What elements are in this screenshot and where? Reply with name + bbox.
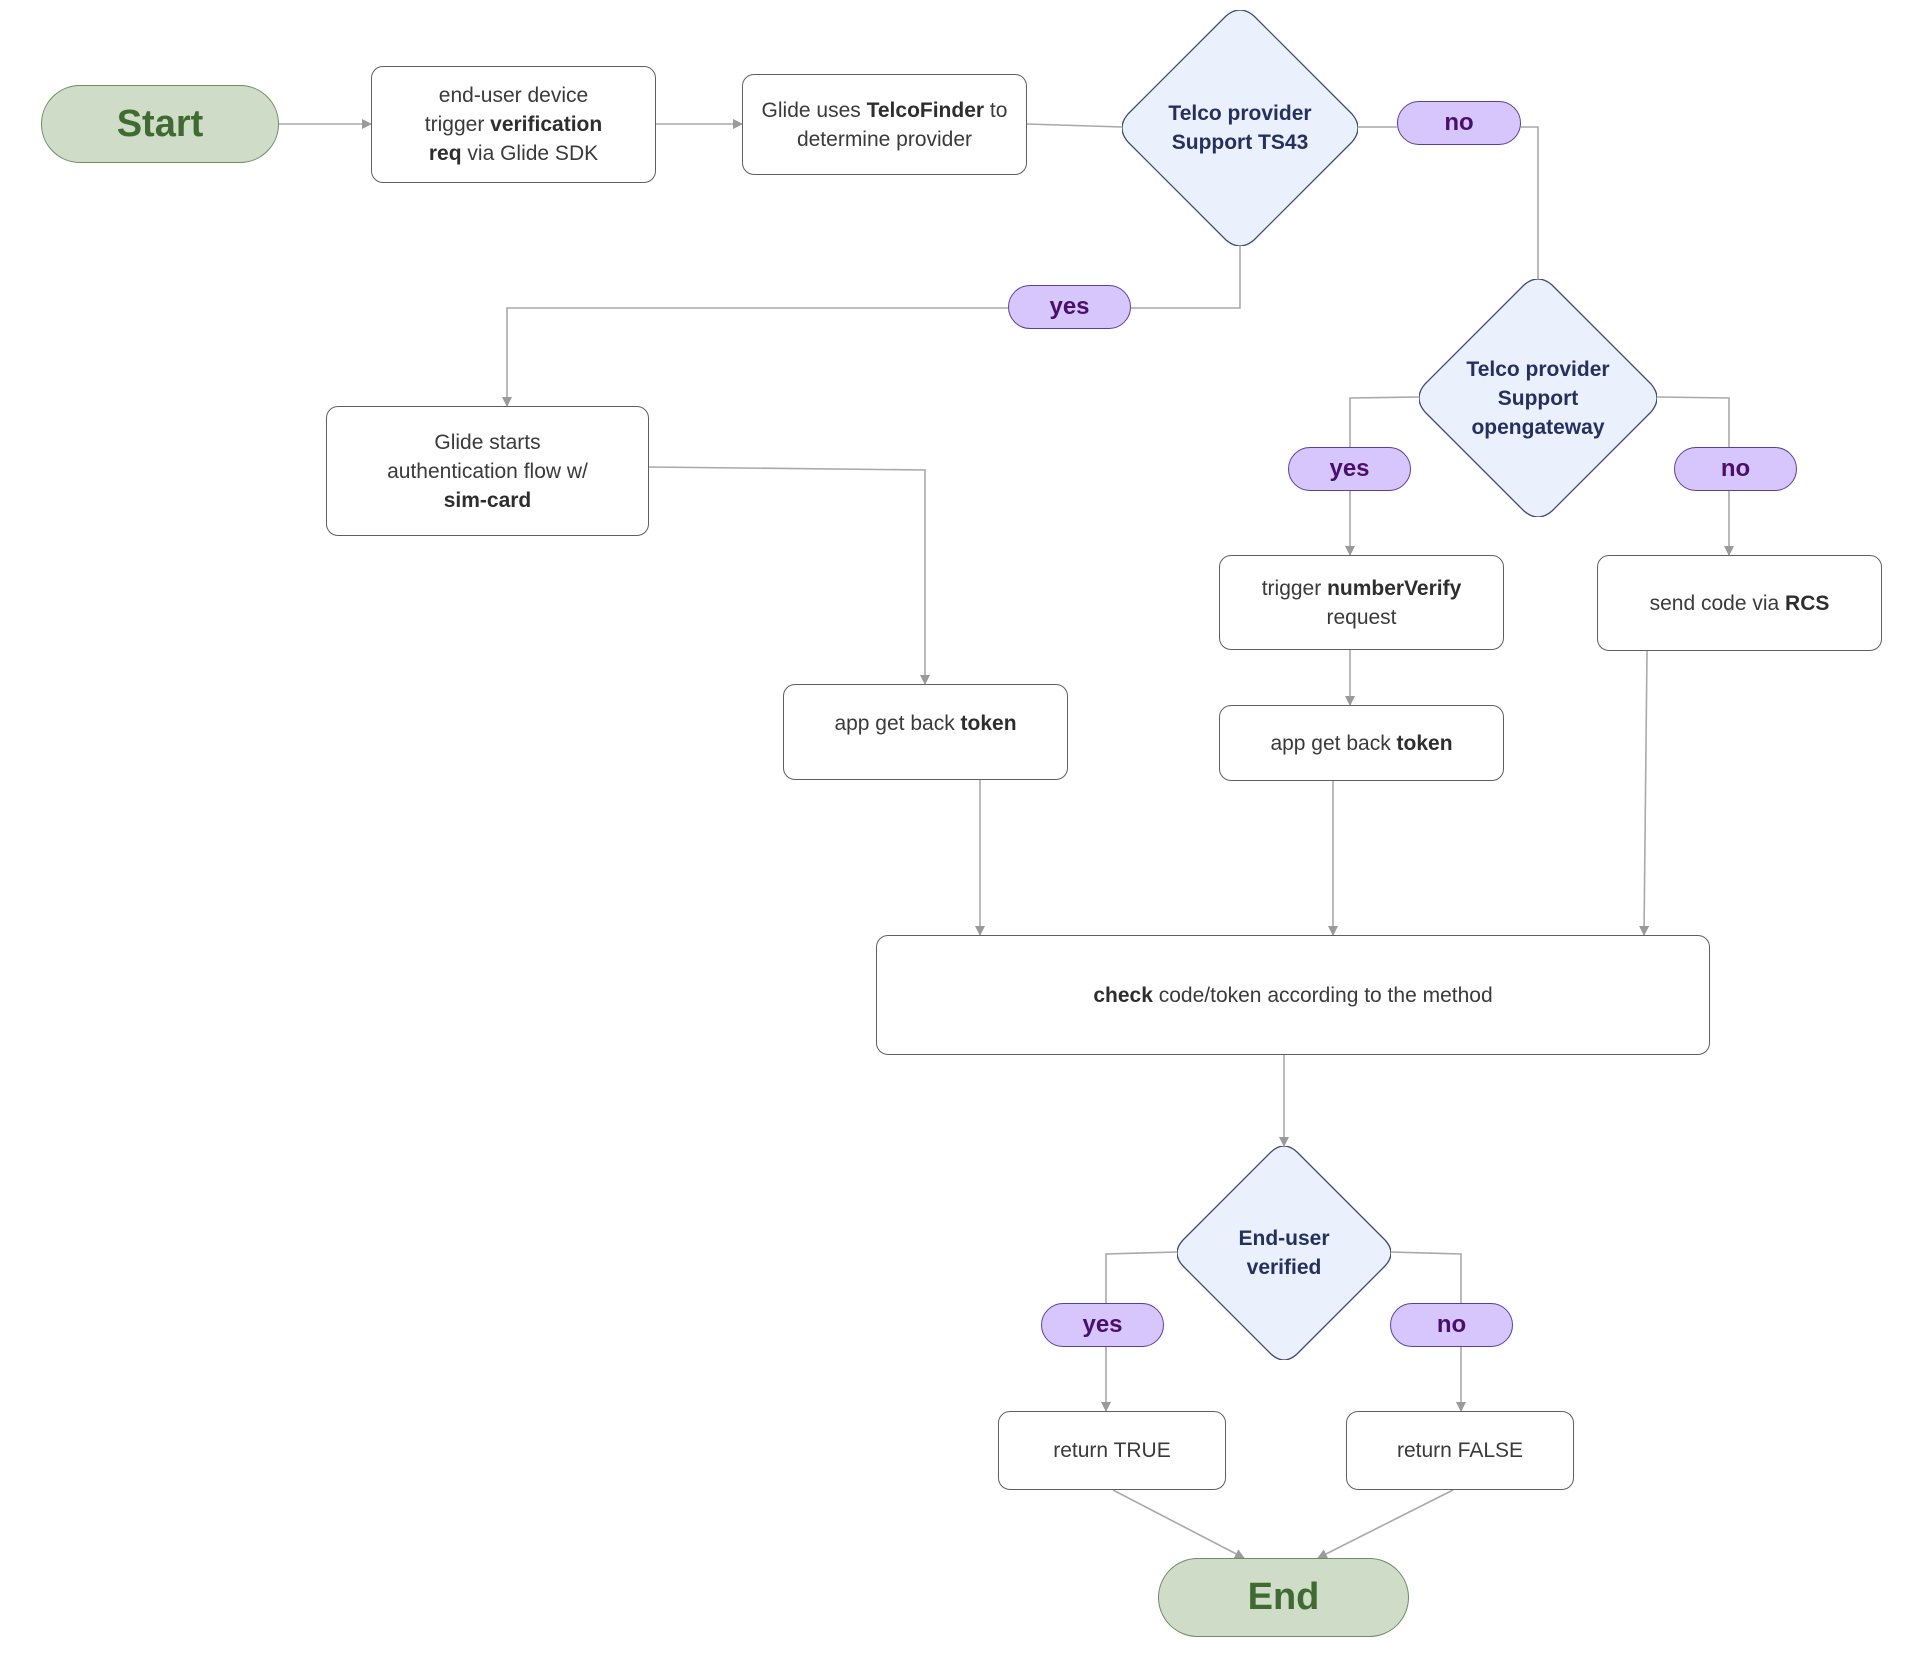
start-label: Start [116, 102, 204, 145]
text-part: app get back [834, 712, 961, 735]
trigger-verification-text: end-user device trigger verification req… [412, 81, 615, 168]
check-node[interactable]: check code/token according to the method [876, 935, 1710, 1055]
opengateway-decision-node[interactable]: Telco provider Support opengateway [1419, 279, 1657, 517]
ts43-label: Telco provider Support TS43 [1122, 10, 1358, 274]
text-part: Glide uses [761, 98, 867, 122]
text-part-bold: RCS [1785, 591, 1830, 615]
verified-label-line: verified [1246, 1256, 1322, 1279]
edge-ogw-no [1656, 396, 1730, 447]
edge-telcofinder-to-ts43 [1026, 123, 1123, 128]
verified-decision-node[interactable]: End-user verified [1177, 1146, 1391, 1360]
text-part: trigger [1261, 576, 1328, 600]
end-label: End [1247, 1576, 1320, 1618]
edge-ts43-yes-left [502, 307, 1008, 407]
verified-yes-pill: yes [1041, 1303, 1164, 1347]
connectors [279, 119, 1734, 1559]
simcard-auth-node[interactable]: Glide starts authentication flow w/ sim-… [326, 406, 649, 536]
return-false-label: return FALSE [1396, 1439, 1524, 1462]
verified-label-line: End-user [1238, 1227, 1330, 1250]
edge-verified-no [1390, 1251, 1462, 1303]
text-part-bold: token [960, 712, 1017, 735]
text-part-bold: check [1093, 983, 1153, 1007]
text-part-bold: sim-card [443, 488, 532, 512]
return-true-label: return TRUE [1053, 1439, 1171, 1462]
rcs-text: send code via RCS [1650, 589, 1830, 618]
start-node[interactable]: Start [41, 85, 279, 163]
opengateway-label-line: Support [1497, 386, 1579, 410]
ts43-label-line: Support TS43 [1171, 131, 1309, 154]
opengateway-label: Telco provider Support opengateway [1419, 279, 1657, 527]
token1-text: app get back token [834, 709, 1016, 738]
numberverify-text: trigger numberVerify request [1234, 574, 1489, 632]
flowchart-canvas: Start end-user device trigger verificati… [0, 0, 1918, 1671]
text-part: request [1326, 605, 1397, 629]
token-node-numberverify[interactable]: app get back token [1219, 705, 1504, 781]
trigger-verification-node[interactable]: end-user device trigger verification req… [371, 66, 656, 183]
text-part: code/token according to the method [1152, 983, 1493, 1007]
return-false-node[interactable]: return FALSE [1346, 1411, 1574, 1490]
ts43-label-line: Telco provider [1168, 102, 1312, 125]
pill-label: yes [1049, 293, 1090, 320]
opengateway-label-line: opengateway [1471, 415, 1605, 439]
verified-no-pill: no [1390, 1303, 1513, 1347]
ts43-yes-pill: yes [1008, 285, 1131, 329]
edge-ogw-yes [1349, 396, 1420, 447]
ts43-decision-node[interactable]: Telco provider Support TS43 [1122, 10, 1358, 246]
text-part: Glide starts authentication flow w/ [387, 430, 588, 483]
pill-label: no [1436, 1311, 1467, 1338]
text-part-bold: token [1396, 731, 1453, 755]
text-part: send code via [1649, 591, 1786, 615]
token-node-sim[interactable]: app get back token [783, 684, 1068, 780]
telcofinder-text: Glide uses TelcoFinder to determine prov… [749, 96, 1020, 154]
edge-true-to-end [1112, 1489, 1245, 1559]
telcofinder-node[interactable]: Glide uses TelcoFinder to determine prov… [742, 74, 1027, 175]
text-part-bold: numberVerify [1327, 576, 1462, 600]
pill-label: yes [1329, 455, 1370, 482]
pill-label: no [1720, 455, 1751, 482]
text-part: app get back [1270, 731, 1397, 755]
numberverify-node[interactable]: trigger numberVerify request [1219, 555, 1504, 650]
simcard-text: Glide starts authentication flow w/ sim-… [367, 428, 608, 515]
opengateway-label-line: Telco provider [1466, 357, 1610, 381]
verified-label: End-user verified [1177, 1146, 1391, 1390]
edge-simcard-to-token1 [648, 466, 930, 685]
ogw-no-pill: no [1674, 447, 1797, 491]
edge-ts43-no-right [1521, 126, 1539, 279]
edge-verified-yes [1105, 1251, 1178, 1303]
pill-label: no [1444, 109, 1474, 136]
edge-false-to-end [1317, 1489, 1454, 1559]
text-part-bold: TelcoFinder [866, 98, 985, 122]
end-node[interactable]: End [1158, 1558, 1409, 1637]
ts43-no-pill: no [1397, 101, 1521, 145]
token2-text: app get back token [1270, 729, 1452, 758]
rcs-node[interactable]: send code via RCS [1597, 555, 1882, 651]
ogw-yes-pill: yes [1288, 447, 1411, 491]
text-part: via Glide SDK [461, 142, 599, 165]
pill-label: yes [1082, 1311, 1123, 1338]
check-text: check code/token according to the method [1093, 981, 1492, 1010]
return-true-node[interactable]: return TRUE [998, 1411, 1226, 1490]
edge-rcs-to-check [1639, 650, 1650, 936]
